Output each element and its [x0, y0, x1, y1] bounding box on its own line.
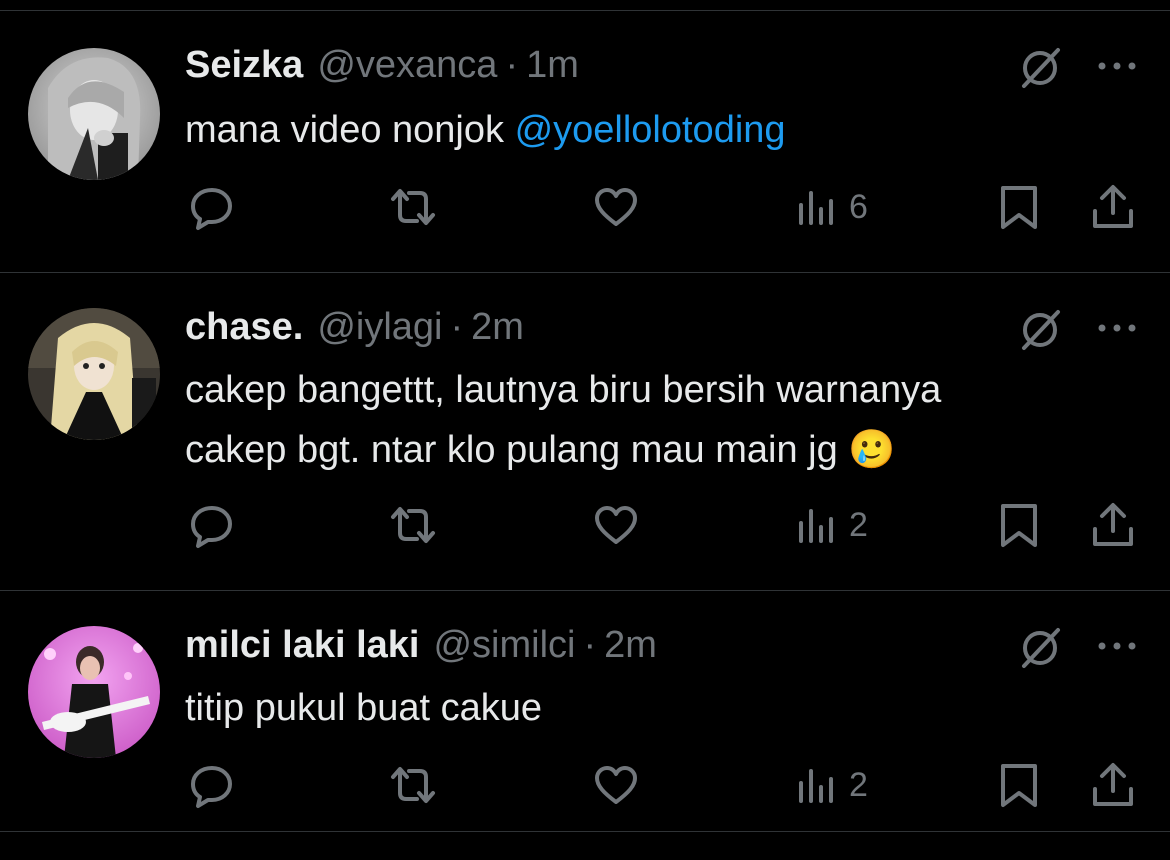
retweet-button[interactable] — [387, 179, 439, 235]
avatar[interactable] — [28, 308, 160, 440]
display-name[interactable]: milci laki laki — [185, 624, 419, 667]
like-button[interactable] — [592, 497, 640, 553]
tweet-1[interactable]: Seizka @vexanca · 1m mana video nonjok @… — [0, 11, 1170, 273]
views-icon — [799, 191, 833, 225]
reply-icon — [191, 188, 232, 230]
retweet-icon — [391, 189, 435, 225]
views-button[interactable]: 2 — [797, 497, 868, 553]
reply-icon — [191, 766, 232, 808]
bookmark-icon — [1001, 764, 1037, 807]
separator: · — [583, 624, 597, 666]
share-icon — [1093, 185, 1133, 228]
like-icon — [595, 766, 637, 804]
handle[interactable]: @iylagi — [317, 306, 442, 349]
timestamp[interactable]: 1m — [526, 44, 579, 87]
tweet-header: milci laki laki @similci · 2m — [185, 624, 657, 674]
more-icon[interactable] — [1094, 56, 1140, 76]
views-button[interactable]: 2 — [797, 757, 868, 813]
retweet-button[interactable] — [387, 497, 439, 553]
tweet-actions: 2 — [0, 497, 1170, 553]
tweet-2[interactable]: chase. @iylagi · 2m cakep bangettt, laut… — [0, 273, 1170, 591]
share-icon — [1093, 763, 1133, 806]
more-icon[interactable] — [1094, 318, 1140, 338]
grok-icon[interactable] — [1014, 40, 1066, 92]
tweet-3[interactable]: milci laki laki @similci · 2m titip puku… — [0, 591, 1170, 832]
timestamp[interactable]: 2m — [604, 624, 657, 667]
handle[interactable]: @similci — [433, 624, 575, 667]
tweet-actions: 6 — [0, 179, 1170, 235]
tweet-text-line-1: cakep bangettt, lautnya biru bersih warn… — [185, 369, 942, 411]
like-icon — [595, 188, 637, 226]
retweet-icon — [391, 507, 435, 543]
views-icon — [799, 769, 833, 803]
tweet-text: cakep bangettt, lautnya biru bersih warn… — [185, 360, 1115, 480]
display-name[interactable]: Seizka — [185, 44, 303, 87]
avatar[interactable] — [28, 48, 160, 180]
bookmark-button[interactable] — [998, 179, 1040, 235]
share-button[interactable] — [1090, 179, 1136, 235]
share-button[interactable] — [1090, 757, 1136, 813]
reply-button[interactable] — [188, 497, 236, 553]
tweet-header: Seizka @vexanca · 1m — [185, 44, 579, 94]
bookmark-icon — [1001, 504, 1037, 547]
views-button[interactable]: 6 — [797, 179, 868, 235]
views-icon — [799, 509, 833, 543]
share-icon — [1093, 503, 1133, 546]
views-count: 6 — [849, 187, 868, 226]
separator: · — [505, 44, 519, 86]
retweet-button[interactable] — [387, 757, 439, 813]
separator: · — [450, 306, 464, 348]
grok-icon[interactable] — [1014, 302, 1066, 354]
reply-button[interactable] — [188, 179, 236, 235]
reply-button[interactable] — [188, 757, 236, 813]
tweet-actions: 2 — [0, 757, 1170, 813]
like-button[interactable] — [592, 757, 640, 813]
bookmark-icon — [1001, 186, 1037, 229]
bookmark-button[interactable] — [998, 757, 1040, 813]
tweet-text: mana video nonjok @yoellolotoding — [185, 100, 1115, 160]
reply-icon — [191, 506, 232, 548]
views-count: 2 — [849, 505, 868, 544]
more-icon[interactable] — [1094, 636, 1140, 656]
like-icon — [595, 506, 637, 544]
like-button[interactable] — [592, 179, 640, 235]
tweet-header: chase. @iylagi · 2m — [185, 306, 524, 356]
tweet-text-line-2: cakep bgt. ntar klo pulang mau main jg 🥲 — [185, 420, 1115, 480]
mention-link[interactable]: @yoellolotoding — [515, 109, 786, 151]
grok-icon[interactable] — [1014, 620, 1066, 672]
timestamp[interactable]: 2m — [471, 306, 524, 349]
share-button[interactable] — [1090, 497, 1136, 553]
tweet-text-plain: mana video nonjok — [185, 109, 515, 151]
tweet-text: titip pukul buat cakue — [185, 687, 543, 729]
crying-smile-emoji: 🥲 — [848, 429, 896, 471]
views-count: 2 — [849, 765, 868, 804]
bookmark-button[interactable] — [998, 497, 1040, 553]
handle[interactable]: @vexanca — [317, 44, 497, 87]
tweet-text-line-2-text: cakep bgt. ntar klo pulang mau main jg — [185, 429, 849, 471]
display-name[interactable]: chase. — [185, 306, 303, 349]
avatar[interactable] — [28, 626, 160, 758]
retweet-icon — [391, 767, 435, 803]
